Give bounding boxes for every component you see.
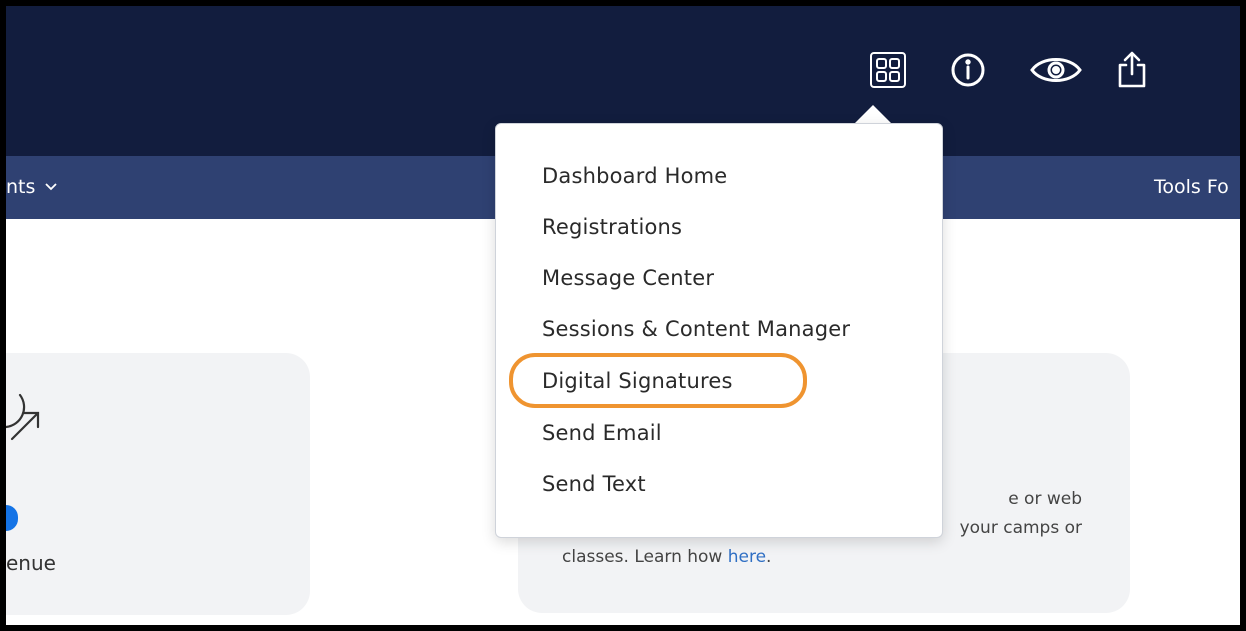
menu-item-send-text[interactable]: Send Text	[542, 472, 646, 496]
chevron-down-icon	[45, 179, 58, 195]
nav-item-tools[interactable]: Tools Fo	[1154, 176, 1229, 198]
revenue-label: enue	[6, 551, 56, 575]
nav-item-label: nts	[6, 176, 36, 198]
app-frame: nts Tools Fo enue e or web your camps or…	[6, 6, 1240, 625]
revenue-card: enue	[6, 353, 310, 615]
info-icon[interactable]	[948, 50, 988, 90]
arrow-up-right-icon	[6, 383, 46, 447]
dropdown-caret	[854, 105, 892, 124]
menu-item-registrations[interactable]: Registrations	[542, 215, 682, 239]
share-icon[interactable]	[1112, 50, 1152, 90]
menu-item-message-center[interactable]: Message Center	[542, 266, 714, 290]
dashboard-grid-icon[interactable]	[868, 50, 908, 90]
menu-item-sessions-content-manager[interactable]: Sessions & Content Manager	[542, 317, 850, 341]
menu-item-dashboard-home[interactable]: Dashboard Home	[542, 164, 727, 188]
dashboard-menu: Dashboard Home Registrations Message Cen…	[495, 123, 943, 538]
info-card-line-3-text: classes. Learn how	[562, 547, 728, 567]
revenue-value-mark	[6, 505, 18, 531]
nav-item-events[interactable]: nts	[6, 176, 58, 198]
eye-icon[interactable]	[1028, 50, 1084, 90]
menu-item-send-email[interactable]: Send Email	[542, 421, 662, 445]
menu-item-digital-signatures[interactable]: Digital Signatures	[542, 369, 733, 393]
learn-how-link[interactable]: here	[728, 547, 766, 567]
info-card-line-3-end: .	[766, 547, 772, 567]
info-card-line-3: classes. Learn how here.	[562, 547, 771, 567]
